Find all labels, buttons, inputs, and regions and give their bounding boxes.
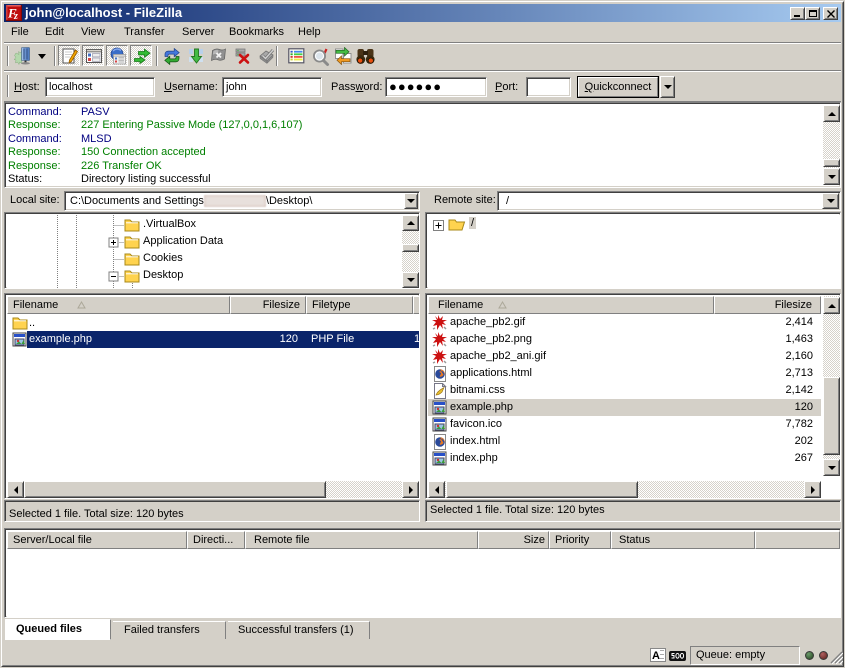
svg-text:A: A xyxy=(652,650,660,662)
svg-text:z: z xyxy=(13,11,18,21)
